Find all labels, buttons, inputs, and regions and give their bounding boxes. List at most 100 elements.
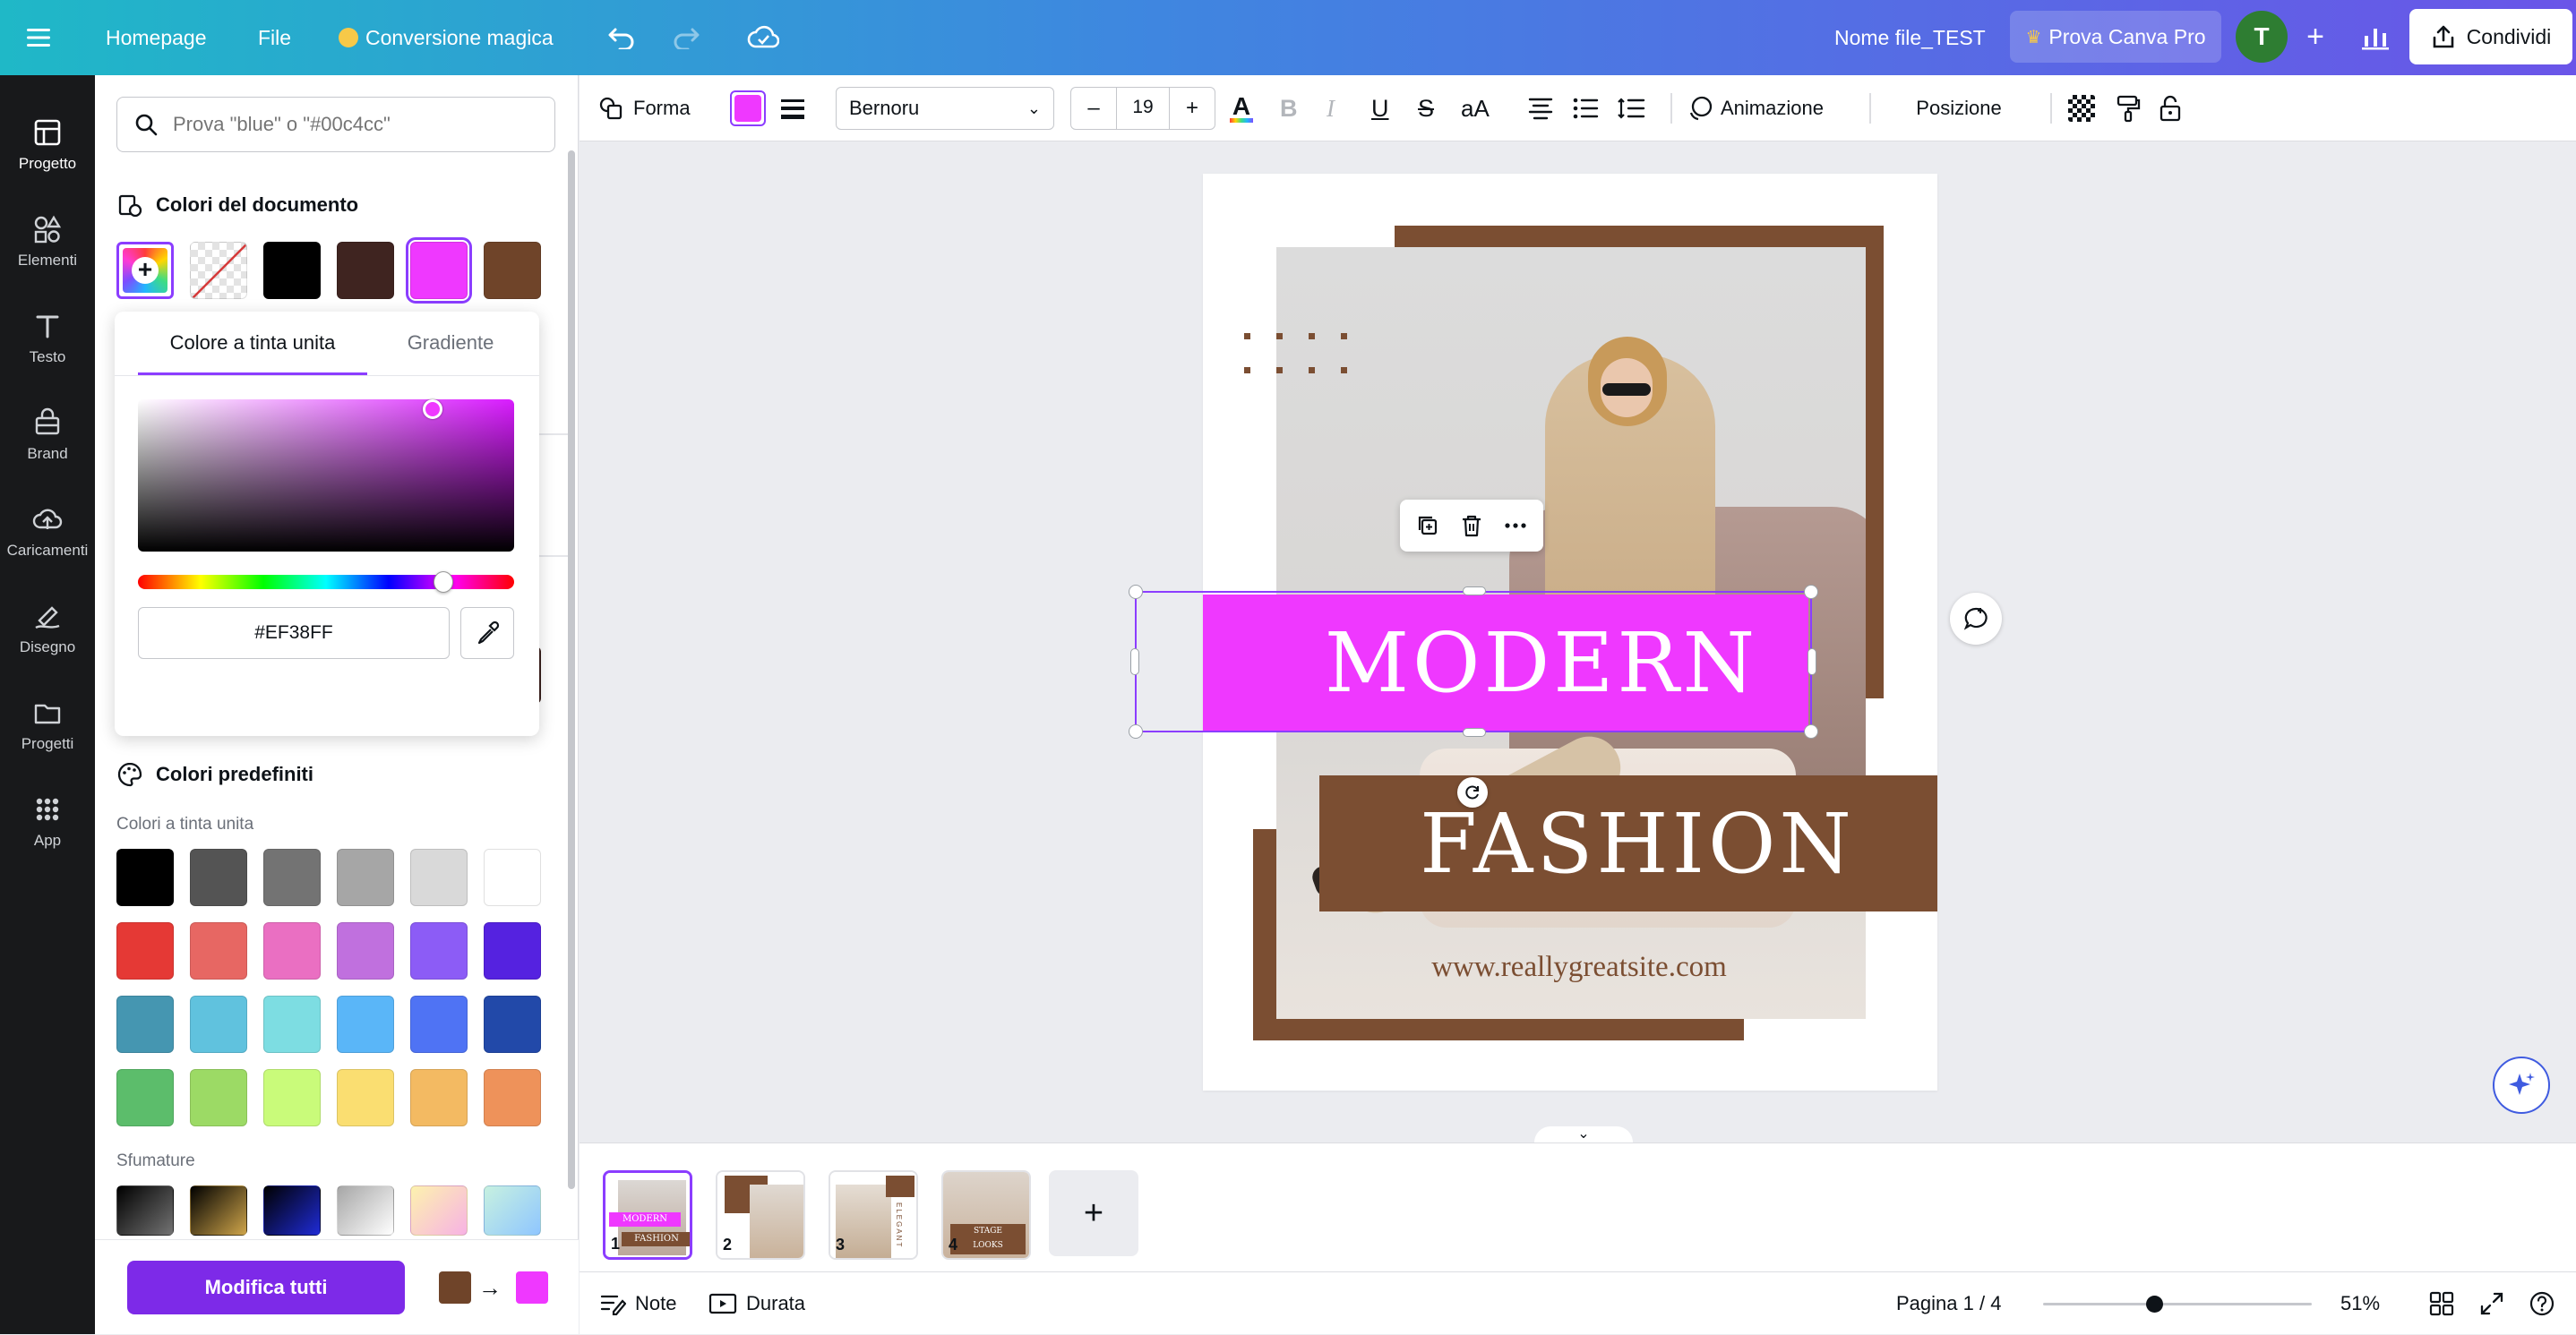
bold-icon[interactable]: B (1280, 75, 1298, 141)
preset-color-swatch[interactable] (484, 849, 541, 906)
search-input[interactable] (173, 113, 531, 136)
add-comment-button[interactable] (1950, 593, 2002, 645)
underline-icon[interactable]: U (1371, 75, 1389, 141)
resize-handle[interactable] (1129, 585, 1143, 599)
magic-switch-button[interactable]: Conversione magica (339, 0, 554, 75)
preset-color-swatch[interactable] (190, 849, 247, 906)
strikethrough-icon[interactable]: S (1418, 75, 1434, 141)
transparent-swatch[interactable] (190, 242, 247, 299)
avatar[interactable]: T (2236, 11, 2288, 63)
zoom-slider-handle[interactable] (2146, 1296, 2163, 1313)
collapse-pages-chevron-icon[interactable]: ⌄ (1534, 1126, 1633, 1142)
selection-frame[interactable] (1129, 585, 1818, 739)
resize-handle[interactable] (1129, 724, 1143, 739)
help-icon[interactable] (2529, 1290, 2555, 1322)
preset-color-swatch[interactable] (410, 996, 468, 1053)
doc-color-swatch-selected[interactable] (406, 237, 472, 304)
file-name[interactable]: Nome file_TEST (1834, 0, 1986, 75)
hue-slider-handle[interactable] (434, 571, 453, 593)
sv-handle[interactable] (423, 399, 442, 419)
letter-case-icon[interactable]: aA (1461, 75, 1490, 141)
zoom-slider[interactable] (2043, 1296, 2312, 1313)
page-indicator[interactable]: Pagina 1 / 4 (1896, 1272, 2001, 1335)
gradient-swatch[interactable] (263, 1185, 321, 1236)
hex-input[interactable]: #EF38FF (138, 607, 450, 659)
menu-icon[interactable] (27, 0, 52, 75)
preset-color-swatch[interactable] (484, 1069, 541, 1126)
font-size-input[interactable]: 19 (1116, 87, 1170, 130)
hue-slider[interactable] (138, 571, 514, 593)
fashion-text-box[interactable]: FASHION (1319, 775, 1937, 911)
rail-item-caricamenti[interactable]: Caricamenti (0, 487, 95, 577)
resize-handle[interactable] (1463, 728, 1486, 737)
text-color-icon[interactable]: A (1230, 75, 1253, 141)
gradient-swatch[interactable] (190, 1185, 247, 1236)
preset-color-swatch[interactable] (116, 922, 174, 980)
tab-gradient[interactable]: Gradiente (374, 331, 527, 371)
zoom-level[interactable]: 51% (2340, 1272, 2380, 1335)
gradient-swatch[interactable] (410, 1185, 468, 1236)
search-box[interactable] (116, 97, 555, 152)
resize-handle[interactable] (1804, 724, 1818, 739)
spacing-icon[interactable] (1617, 75, 1645, 141)
website-text[interactable]: www.reallygreatsite.com (1310, 951, 1848, 984)
preset-color-swatch[interactable] (263, 922, 321, 980)
eyedropper-button[interactable] (460, 607, 514, 659)
paint-roller-icon[interactable] (2115, 75, 2142, 141)
resize-handle[interactable] (1804, 585, 1818, 599)
fullscreen-icon[interactable] (2478, 1290, 2505, 1322)
italic-icon[interactable]: I (1327, 75, 1335, 141)
rail-item-testo[interactable]: Testo (0, 294, 95, 383)
preset-color-swatch[interactable] (410, 849, 468, 906)
rail-item-brand[interactable]: Brand (0, 390, 95, 480)
rotate-handle[interactable] (1457, 777, 1488, 808)
preset-color-swatch[interactable] (190, 996, 247, 1053)
rail-item-app[interactable]: App (0, 777, 95, 867)
file-menu[interactable]: File (258, 0, 291, 75)
gradient-swatch[interactable] (116, 1185, 174, 1236)
rail-item-progetto[interactable]: Progetto (0, 100, 95, 190)
preset-color-swatch[interactable] (484, 922, 541, 980)
add-page-button[interactable]: + (1049, 1170, 1138, 1256)
magic-assistant-button[interactable] (2493, 1057, 2550, 1114)
preset-color-swatch[interactable] (337, 849, 394, 906)
add-color-button[interactable]: + (116, 242, 174, 299)
shape-button[interactable]: Forma (597, 75, 691, 141)
saturation-value-area[interactable] (138, 399, 514, 552)
preset-color-swatch[interactable] (337, 922, 394, 980)
page-thumbnail-4[interactable]: STAGE LOOKS 4 (941, 1170, 1031, 1260)
insights-icon[interactable] (2350, 13, 2400, 63)
share-button[interactable]: Condividi (2409, 9, 2572, 64)
resize-handle[interactable] (1463, 586, 1486, 595)
gradient-swatch[interactable] (337, 1185, 394, 1236)
preset-color-swatch[interactable] (410, 922, 468, 980)
resize-handle[interactable] (1130, 648, 1139, 675)
doc-color-swatch[interactable] (263, 242, 321, 299)
try-pro-button[interactable]: ♛ Prova Canva Pro (2010, 11, 2221, 63)
rail-item-elementi[interactable]: Elementi (0, 197, 95, 287)
notes-button[interactable]: Note (599, 1272, 676, 1335)
redo-icon[interactable] (672, 0, 700, 75)
lock-icon[interactable] (2158, 75, 2183, 141)
add-collaborator-icon[interactable]: + (2295, 16, 2336, 57)
duration-button[interactable]: Durata (708, 1272, 805, 1335)
fill-color-button[interactable] (730, 90, 766, 126)
undo-icon[interactable] (607, 0, 636, 75)
grid-view-icon[interactable] (2428, 1290, 2455, 1322)
preset-color-swatch[interactable] (263, 849, 321, 906)
rail-item-progetti[interactable]: Progetti (0, 680, 95, 770)
preset-color-swatch[interactable] (116, 1069, 174, 1126)
list-icon[interactable] (1572, 75, 1599, 141)
preset-color-swatch[interactable] (263, 996, 321, 1053)
preset-color-swatch[interactable] (337, 996, 394, 1053)
rail-item-disegno[interactable]: Disegno (0, 584, 95, 673)
resize-handle[interactable] (1807, 648, 1816, 675)
duplicate-icon[interactable] (1415, 513, 1440, 538)
font-size-increase-button[interactable]: + (1170, 96, 1215, 121)
font-selector[interactable]: Bernoru ⌄ (836, 87, 1054, 130)
animation-button[interactable]: Animazione (1687, 75, 1824, 141)
preset-color-swatch[interactable] (484, 996, 541, 1053)
modify-all-button[interactable]: Modifica tutti (127, 1261, 405, 1314)
homepage-link[interactable]: Homepage (106, 0, 207, 75)
preset-color-swatch[interactable] (410, 1069, 468, 1126)
